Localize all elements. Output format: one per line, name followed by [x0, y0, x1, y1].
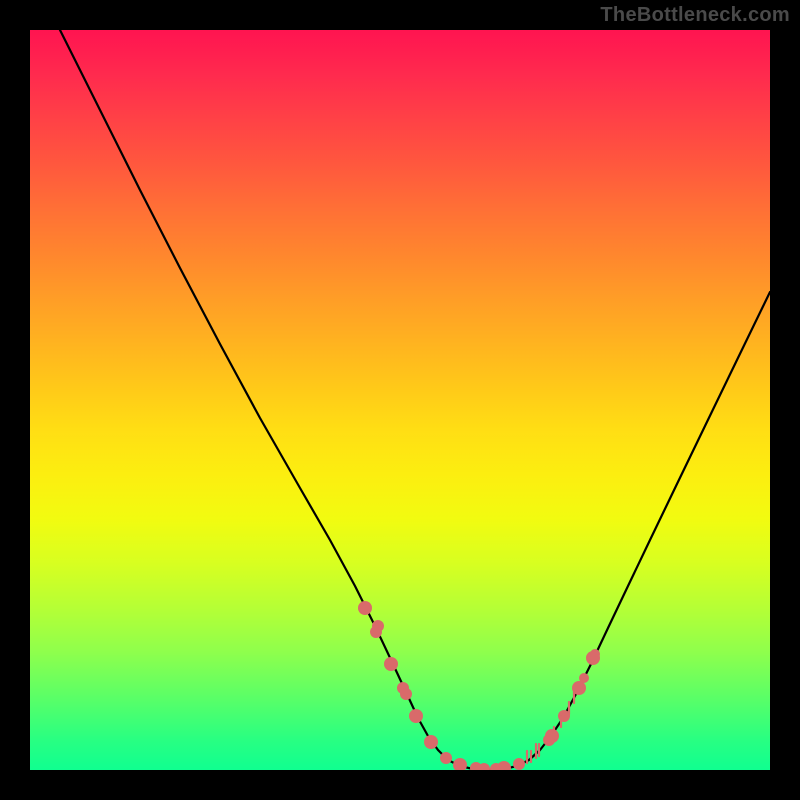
chart-frame: TheBottleneck.com [0, 0, 800, 800]
plot-area [30, 30, 770, 770]
watermark-text: TheBottleneck.com [600, 4, 790, 27]
chart-svg [30, 30, 770, 770]
